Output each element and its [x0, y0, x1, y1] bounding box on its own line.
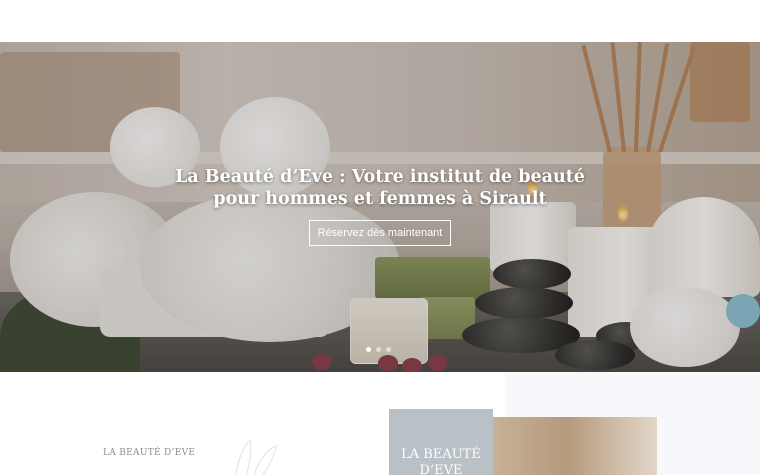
hero-title: La Beauté d’Eve : Votre institut de beau… [175, 167, 585, 209]
slider-pagination [366, 347, 391, 352]
about-photo [493, 417, 657, 475]
book-now-button[interactable]: Réservez dès maintenant [309, 220, 451, 246]
top-header-bar [0, 0, 760, 42]
badge-line: LA BEAUTÉ [401, 447, 481, 462]
slider-dot[interactable] [366, 347, 371, 352]
about-badge: LA BEAUTÉ D’EVE [389, 409, 493, 475]
decorative-line-art-icon [235, 439, 277, 475]
hero-banner: La Beauté d’Eve : Votre institut de beau… [0, 42, 760, 372]
slider-dot[interactable] [376, 347, 381, 352]
section-eyebrow: LA BEAUTÉ D’EVE [103, 448, 196, 458]
badge-line: D’EVE [419, 463, 463, 475]
about-section: LA BEAUTÉ D’EVE LA BEAUTÉ D’EVE [0, 372, 760, 475]
slider-dot[interactable] [386, 347, 391, 352]
